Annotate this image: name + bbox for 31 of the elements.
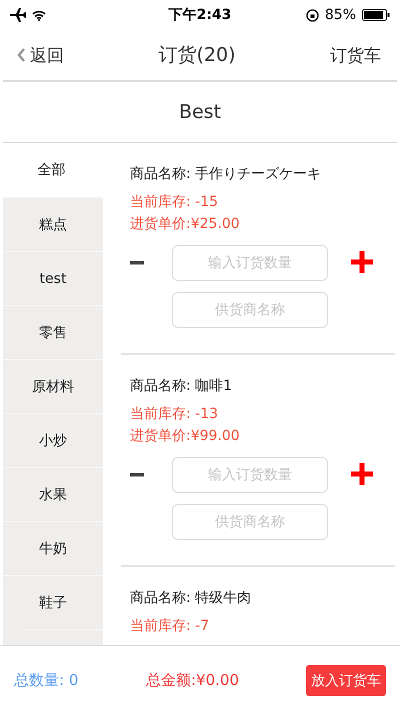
battery-percent: 85% (324, 7, 356, 23)
minus-icon (130, 261, 144, 265)
price-text: 进货单价:¥99.00 (130, 427, 241, 446)
price-text: 进货单价:¥25.00 (130, 215, 241, 234)
rotation-lock-icon (306, 8, 319, 22)
back-button[interactable]: 返回 (17, 44, 64, 66)
product-name: 商品名称: 手作りチーズケーキ (130, 165, 322, 183)
chevron-left-icon (17, 48, 26, 62)
plus-icon (351, 250, 373, 272)
cart-button[interactable]: 订货车 (330, 44, 381, 66)
quantity-field[interactable]: 输入订货数量 (172, 245, 328, 281)
stock-text: 当前库存: -7 (130, 617, 210, 636)
supplier-field[interactable]: 供货商名称 (172, 292, 328, 328)
wifi-icon (32, 10, 46, 20)
battery-icon (362, 9, 390, 21)
stock-text: 当前库存: -15 (130, 193, 220, 212)
airplane-icon (10, 8, 26, 22)
page-title: 订货(20) (158, 43, 236, 68)
product-name: 商品名称: 特级牛肉 (130, 589, 252, 607)
minus-icon (130, 473, 144, 477)
store-name: Best (178, 101, 222, 123)
plus-icon (351, 462, 373, 484)
status-time: 下午2:43 (168, 6, 232, 24)
supplier-field[interactable]: 供货商名称 (172, 504, 328, 540)
quantity-field[interactable]: 输入订货数量 (172, 457, 328, 493)
category-item[interactable]: 全部 (0, 143, 103, 197)
total-amount: 总金额:¥0.00 (146, 671, 240, 690)
product-name: 商品名称: 咖啡1 (130, 377, 234, 395)
add-to-cart-button[interactable]: 放入订货车 (306, 665, 386, 696)
stock-text: 当前库存: -13 (130, 405, 220, 424)
total-quantity: 总数量: 0 (14, 671, 80, 690)
